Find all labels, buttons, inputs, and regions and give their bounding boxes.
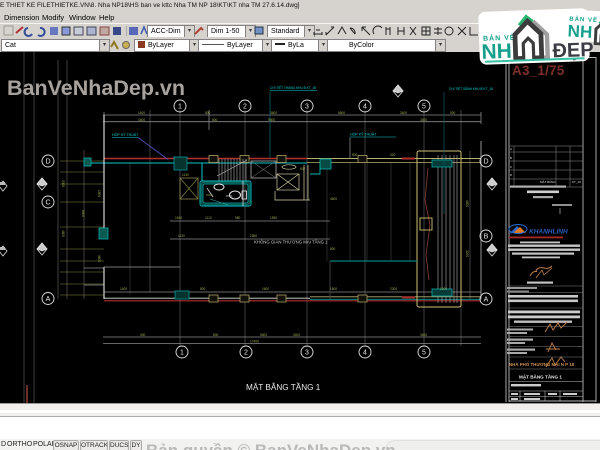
svg-text:C: C — [510, 165, 513, 169]
svg-text:1: 1 — [178, 104, 182, 111]
svg-text:1400: 1400 — [138, 111, 145, 115]
svg-text:1110: 1110 — [205, 216, 212, 220]
svg-text:HỘP KỸ THUẬT: HỘP KỸ THUẬT — [112, 132, 139, 137]
svg-text:3200: 3200 — [465, 250, 469, 257]
svg-text:320: 320 — [390, 153, 396, 157]
svg-text:CHI TIẾT THANG KHU B KT_18: CHI TIẾT THANG KHU B KT_18 — [270, 85, 316, 90]
svg-text:4: 4 — [363, 104, 367, 111]
svg-text:3600: 3600 — [270, 111, 277, 115]
svg-text:5: 5 — [422, 104, 426, 111]
svg-text:4600: 4600 — [465, 200, 469, 207]
svg-text:2380: 2380 — [250, 234, 257, 238]
svg-text:2000: 2000 — [61, 180, 65, 187]
svg-text:9600: 9600 — [268, 118, 275, 122]
svg-text:KT_10: KT_10 — [572, 180, 581, 184]
svg-text:HỘP KỸ THUẬT: HỘP KỸ THUẬT — [350, 132, 377, 137]
svg-text:800: 800 — [205, 111, 211, 115]
svg-text:4600: 4600 — [61, 230, 65, 237]
svg-text:3400: 3400 — [400, 111, 407, 115]
svg-text:800: 800 — [330, 247, 336, 251]
svg-text:D: D — [483, 159, 488, 166]
svg-text:4400: 4400 — [138, 118, 145, 122]
svg-text:5600: 5600 — [338, 111, 345, 115]
svg-text:2: 2 — [244, 350, 248, 357]
svg-text:6600: 6600 — [81, 210, 85, 217]
svg-text:800: 800 — [200, 287, 206, 291]
svg-text:800: 800 — [212, 118, 218, 122]
svg-text:MẶT BẰNG TẦNG 1: MẶT BẰNG TẦNG 1 — [519, 373, 562, 380]
svg-text:KHANHLINH: KHANHLINH — [529, 229, 568, 236]
svg-text:1130: 1130 — [178, 234, 185, 238]
svg-text:1: 1 — [180, 350, 184, 357]
svg-text:1590: 1590 — [270, 216, 277, 220]
svg-text:4: 4 — [363, 350, 367, 357]
svg-text:MẶT BẰNG TẦNG 1: MẶT BẰNG TẦNG 1 — [246, 382, 321, 392]
svg-text:4600: 4600 — [330, 197, 337, 201]
svg-text:9600: 9600 — [260, 333, 267, 337]
svg-text:3400: 3400 — [420, 333, 427, 337]
svg-text:A: A — [510, 147, 512, 151]
svg-text:C: C — [45, 200, 50, 207]
svg-text:A: A — [484, 297, 489, 304]
svg-text:CHI TIẾT SẢNH KHU B KT_18: CHI TIẾT SẢNH KHU B KT_18 — [449, 86, 493, 91]
svg-text:MẶT BẰNG: MẶT BẰNG — [540, 179, 556, 184]
svg-text:A: A — [46, 296, 51, 303]
svg-text:2: 2 — [243, 104, 247, 111]
svg-text:NHÀ PHỐ THƯƠNG MẠI N P 18: NHÀ PHỐ THƯƠNG MẠI N P 18 — [509, 362, 575, 367]
svg-text:1800: 1800 — [97, 190, 101, 197]
svg-text:1540: 1540 — [175, 216, 182, 220]
svg-text:KHÔNG GIAN THƯƠNG MẠI TẦNG 1: KHÔNG GIAN THƯƠNG MẠI TẦNG 1 — [254, 240, 328, 245]
svg-text:D: D — [45, 159, 50, 166]
svg-text:1200: 1200 — [440, 287, 447, 291]
svg-text:3400: 3400 — [293, 333, 300, 337]
svg-text:3: 3 — [305, 104, 309, 111]
svg-text:1130: 1130 — [182, 173, 189, 177]
svg-text:900: 900 — [450, 111, 456, 115]
svg-text:1400: 1400 — [120, 287, 127, 291]
svg-text:WC1: WC1 — [226, 194, 233, 198]
svg-text:3: 3 — [305, 350, 309, 357]
svg-text:600: 600 — [300, 167, 306, 171]
svg-text:400: 400 — [140, 333, 146, 337]
svg-text:5: 5 — [422, 350, 426, 357]
svg-text:17400: 17400 — [250, 340, 259, 344]
svg-text:3600: 3600 — [97, 255, 101, 262]
svg-text:980: 980 — [235, 216, 241, 220]
svg-text:800: 800 — [213, 333, 219, 337]
svg-text:B: B — [484, 234, 489, 241]
svg-text:3400: 3400 — [420, 118, 427, 122]
svg-text:2200: 2200 — [390, 287, 397, 291]
svg-text:800: 800 — [352, 153, 358, 157]
svg-text:D: D — [510, 173, 513, 177]
svg-text:1600: 1600 — [262, 287, 269, 291]
svg-text:B: B — [510, 156, 512, 160]
svg-text:1800: 1800 — [330, 287, 337, 291]
svg-text:KHO: KHO — [206, 193, 213, 197]
